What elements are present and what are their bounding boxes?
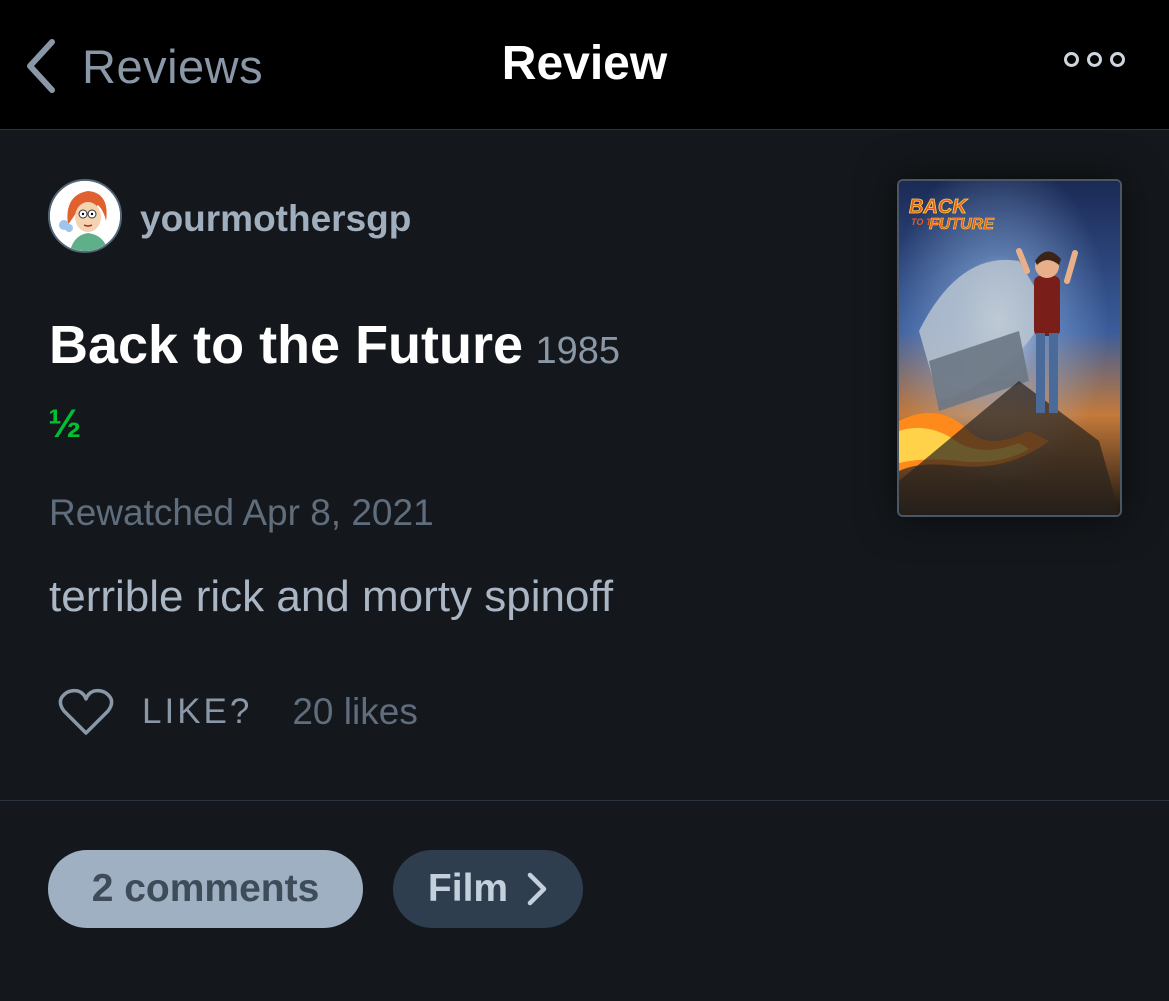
review-content: yourmothersgp Back to the Future 1985 ½ …	[0, 130, 1169, 800]
chevron-right-icon	[527, 872, 547, 906]
review-body: terrible rick and morty spinoff	[49, 572, 614, 621]
likes-count[interactable]: 20 likes	[292, 691, 417, 733]
film-button[interactable]: Film	[393, 850, 583, 928]
navigation-bar: Reviews Review	[0, 0, 1169, 130]
more-options-button[interactable]	[1064, 52, 1125, 67]
film-year: 1985	[535, 330, 621, 372]
film-title-row: Back to the Future 1985	[49, 314, 620, 376]
star-rating: ½	[48, 402, 82, 446]
more-dots-icon	[1064, 52, 1079, 67]
watched-date: Rewatched Apr 8, 2021	[49, 492, 434, 533]
film-poster[interactable]: BACK TO THE FUTURE	[897, 179, 1122, 517]
poster-title-line1: BACK	[909, 196, 968, 218]
poster-image: BACK TO THE FUTURE	[899, 181, 1120, 515]
heart-outline-icon	[58, 688, 114, 735]
like-label: LIKE?	[142, 692, 253, 731]
avatar[interactable]	[48, 179, 122, 253]
page-title: Review	[501, 37, 668, 90]
like-button[interactable]: LIKE?	[56, 687, 252, 737]
film-button-label: Film	[427, 867, 509, 910]
comments-button[interactable]: 2 comments	[48, 850, 363, 928]
more-dots-icon	[1110, 52, 1125, 67]
username[interactable]: yourmothersgp	[140, 198, 411, 240]
review-actions: 2 comments Film	[0, 801, 1169, 1001]
avatar-image	[50, 181, 120, 251]
more-dots-icon	[1087, 52, 1102, 67]
like-row: LIKE? 20 likes	[56, 685, 418, 739]
poster-title-line3: FUTURE	[929, 216, 995, 233]
film-title[interactable]: Back to the Future	[49, 315, 523, 375]
